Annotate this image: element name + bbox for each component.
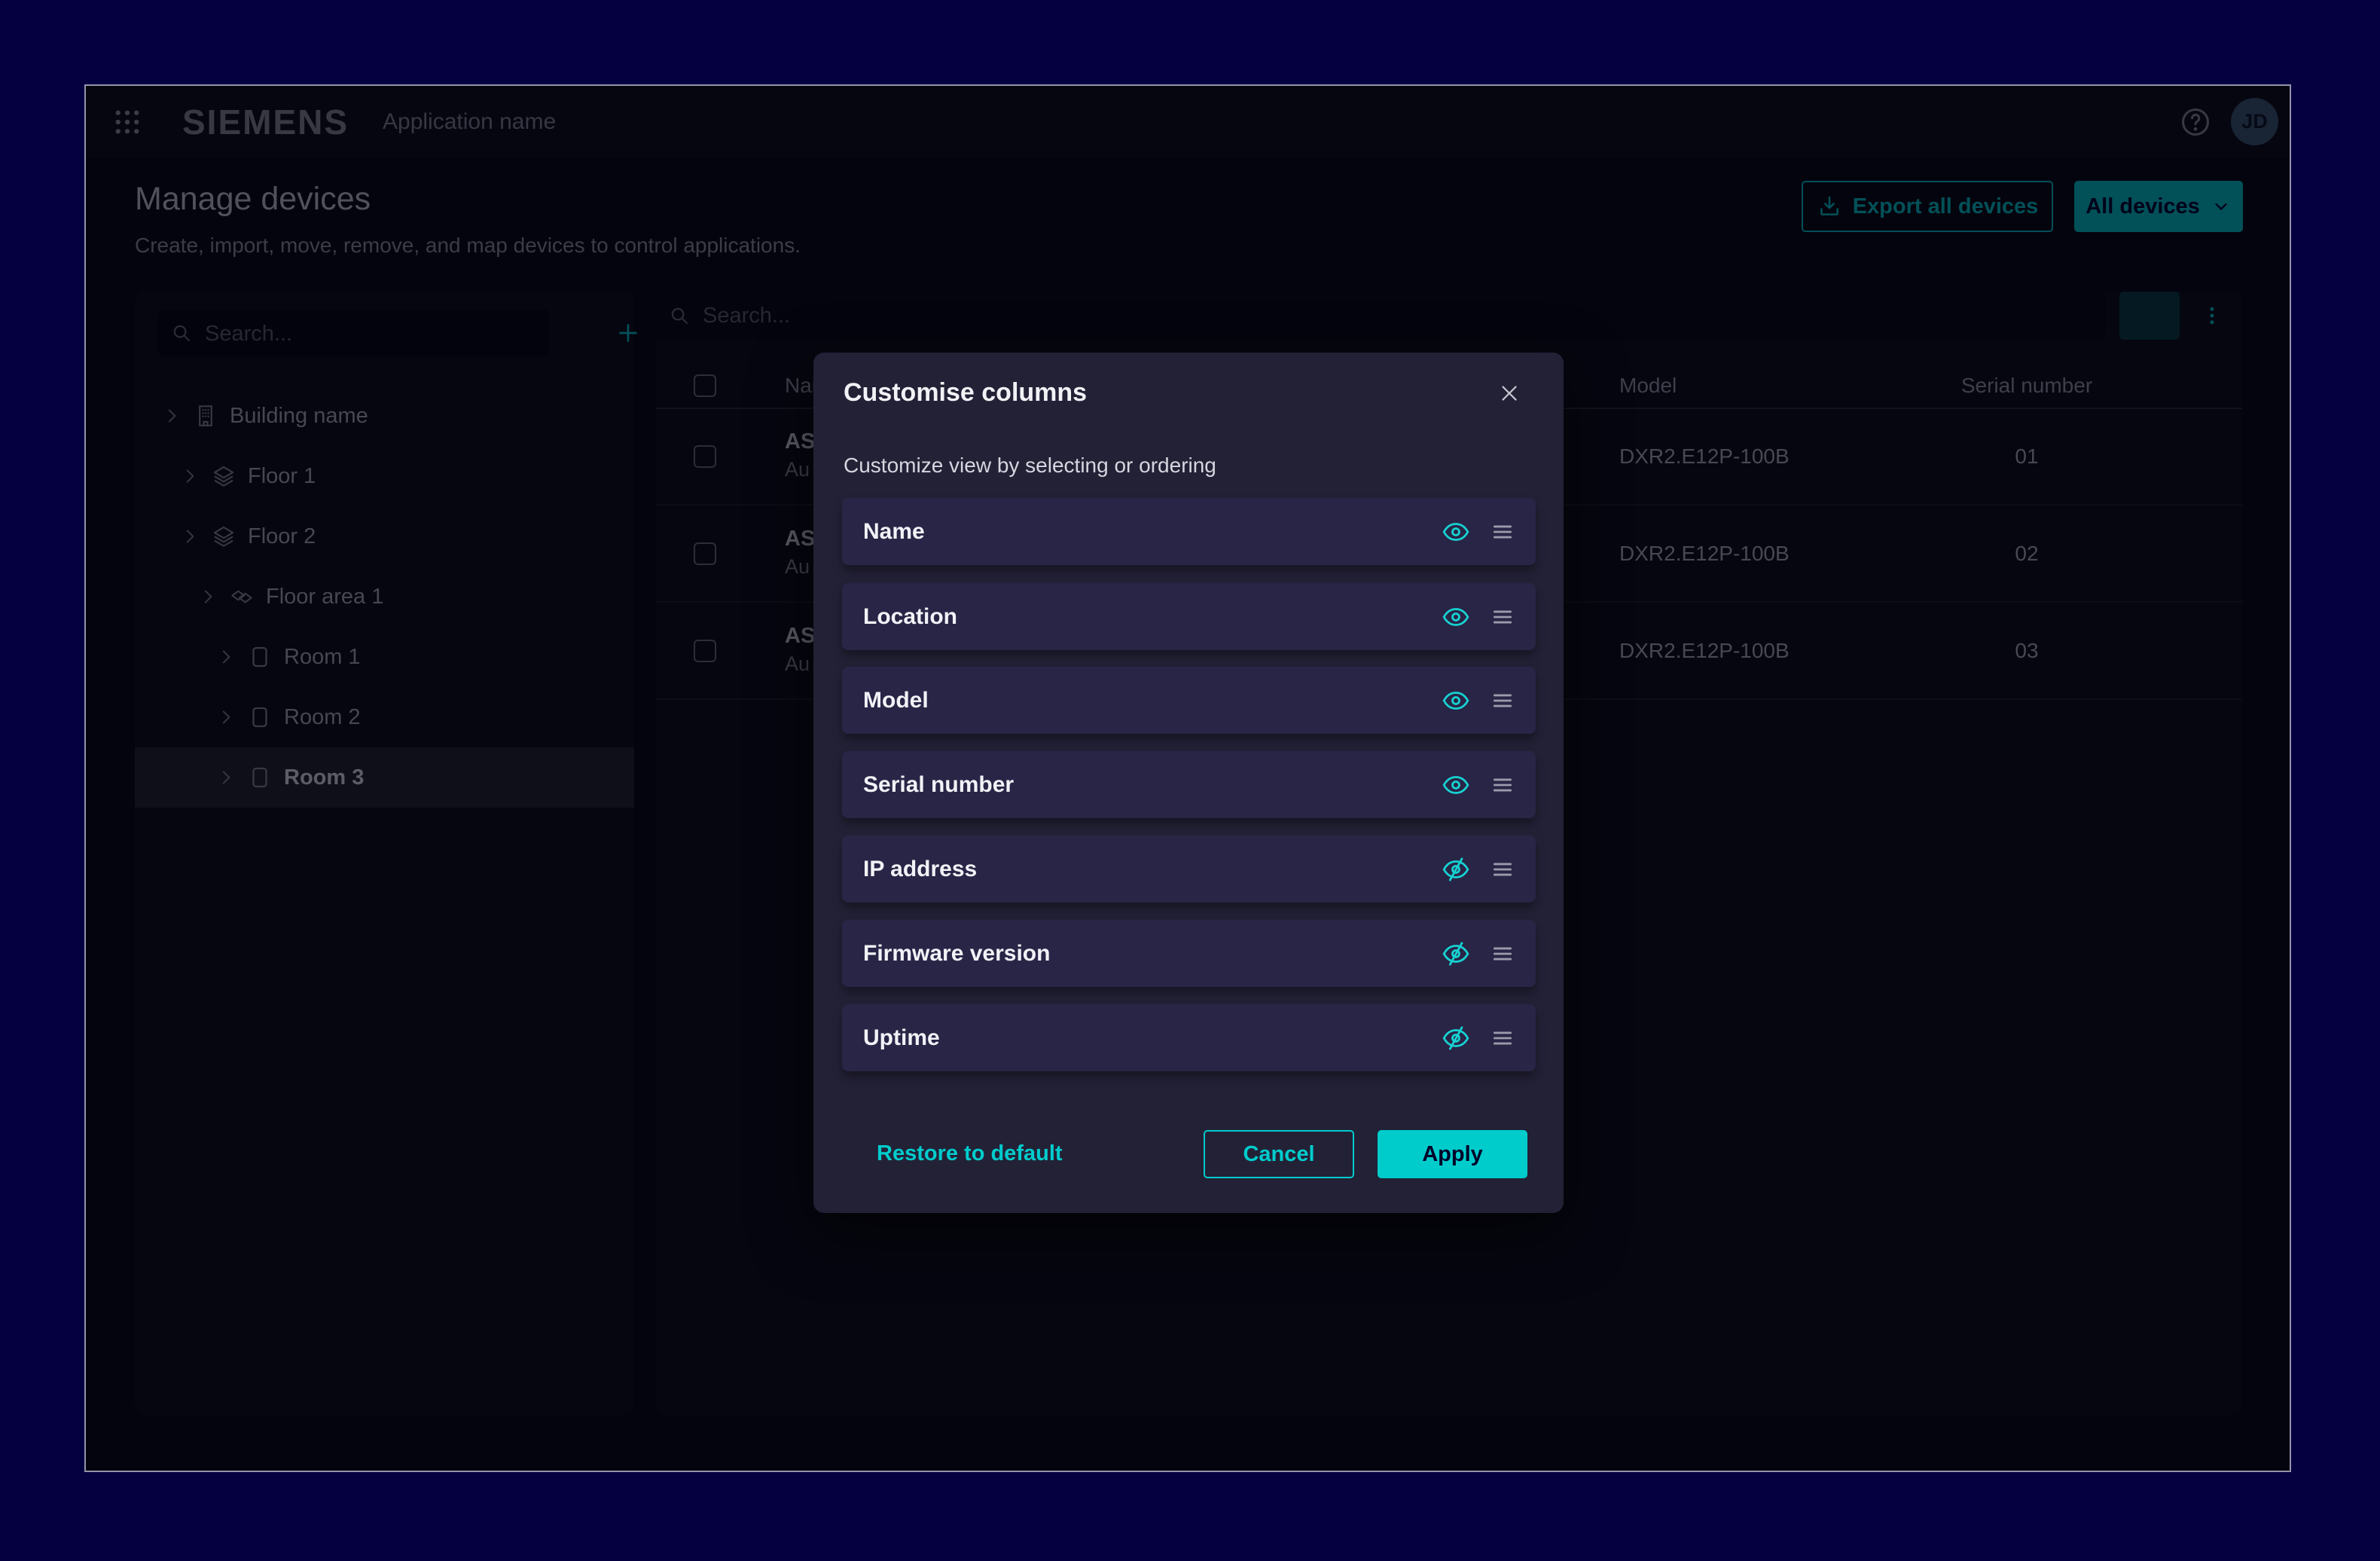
column-row-uptime: Uptime	[842, 1004, 1536, 1071]
drag-handle[interactable]	[1485, 515, 1520, 549]
eye-icon	[1441, 602, 1471, 632]
column-label: Model	[863, 667, 929, 734]
cancel-button[interactable]: Cancel	[1204, 1130, 1354, 1178]
close-button[interactable]	[1493, 377, 1526, 410]
column-visibility-toggle[interactable]	[1439, 852, 1473, 887]
eye-off-icon	[1441, 1023, 1471, 1053]
restore-to-default-button[interactable]: Restore to default	[872, 1141, 1067, 1167]
app-window: SIEMENS Application name JD Manage devic…	[84, 84, 2291, 1472]
eye-icon	[1441, 686, 1471, 716]
drag-handle[interactable]	[1485, 600, 1520, 634]
column-visibility-toggle[interactable]	[1439, 936, 1473, 971]
column-row-name: Name	[842, 498, 1536, 565]
drag-handle[interactable]	[1485, 683, 1520, 718]
column-row-ip-address: IP address	[842, 835, 1536, 903]
drag-handle[interactable]	[1485, 768, 1520, 802]
eye-off-icon	[1441, 939, 1471, 969]
column-visibility-toggle[interactable]	[1439, 1021, 1473, 1055]
column-visibility-toggle[interactable]	[1439, 683, 1473, 718]
apply-button[interactable]: Apply	[1378, 1130, 1527, 1178]
column-label: Serial number	[863, 751, 1014, 818]
column-label: Firmware version	[863, 920, 1050, 987]
modal-title: Customise columns	[844, 378, 1087, 408]
close-icon	[1497, 380, 1522, 406]
column-label: Uptime	[863, 1004, 940, 1071]
column-label: Location	[863, 583, 957, 650]
modal-subtitle: Customize view by selecting or ordering	[844, 454, 1216, 478]
eye-icon	[1441, 770, 1471, 800]
column-row-model: Model	[842, 667, 1536, 734]
column-row-location: Location	[842, 583, 1536, 650]
column-visibility-toggle[interactable]	[1439, 768, 1473, 802]
drag-handle[interactable]	[1485, 1021, 1520, 1055]
eye-icon	[1441, 517, 1471, 547]
drag-handle[interactable]	[1485, 936, 1520, 971]
column-label: IP address	[863, 835, 977, 903]
customise-columns-modal: Customise columns Customize view by sele…	[813, 353, 1564, 1213]
column-label: Name	[863, 498, 925, 565]
column-row-serial-number: Serial number	[842, 751, 1536, 818]
eye-off-icon	[1441, 854, 1471, 884]
drag-handle[interactable]	[1485, 852, 1520, 887]
column-row-firmware-version: Firmware version	[842, 920, 1536, 987]
column-visibility-toggle[interactable]	[1439, 515, 1473, 549]
column-visibility-toggle[interactable]	[1439, 600, 1473, 634]
